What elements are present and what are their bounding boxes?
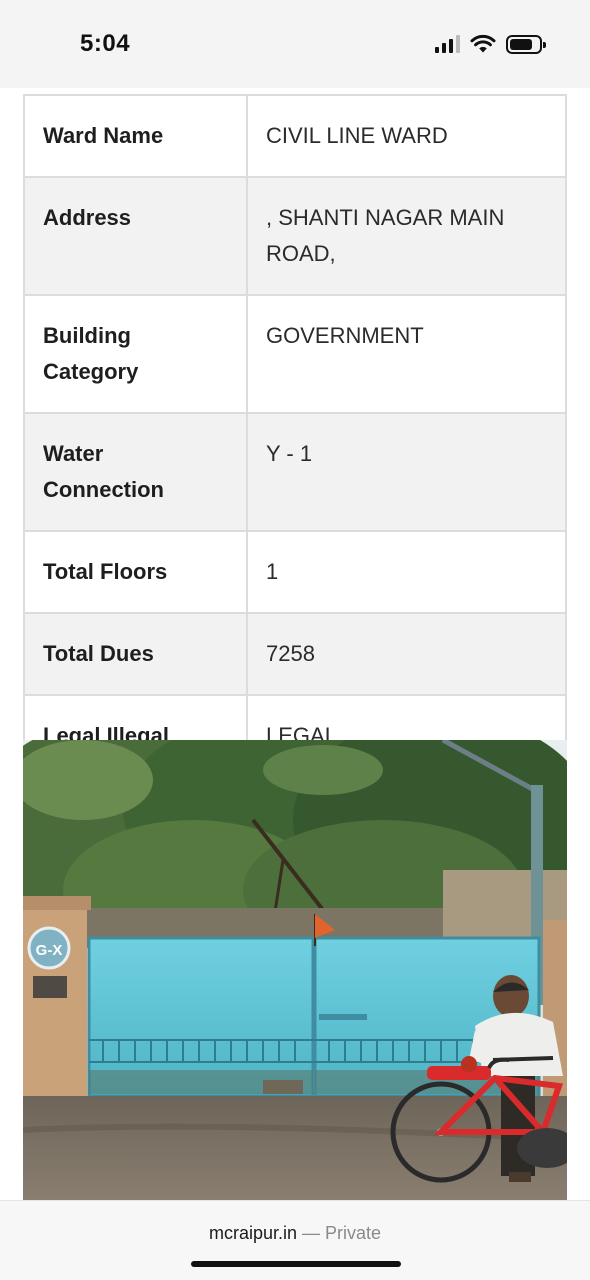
gate-sign-text: G-X xyxy=(36,942,63,959)
row-label: Building Category xyxy=(23,294,248,414)
status-icons xyxy=(435,32,546,56)
row-value: , SHANTI NAGAR MAIN ROAD, xyxy=(246,176,567,296)
table-row: Building Category GOVERNMENT xyxy=(23,294,567,414)
battery-icon xyxy=(506,34,546,54)
table-row: Water Connection Y - 1 xyxy=(23,412,567,532)
wifi-icon xyxy=(470,34,496,53)
row-value: CIVIL LINE WARD xyxy=(246,94,567,178)
row-label: Water Connection xyxy=(23,412,248,532)
status-time: 5:04 xyxy=(80,30,131,57)
row-label: Address xyxy=(23,176,248,296)
row-label: Total Dues xyxy=(23,612,248,696)
table-row: Total Dues 7258 xyxy=(23,612,567,696)
url-display[interactable]: mcraipur.in — Private xyxy=(0,1223,590,1244)
table-row: Address , SHANTI NAGAR MAIN ROAD, xyxy=(23,176,567,296)
row-value: Y - 1 xyxy=(246,412,567,532)
table-row: Ward Name CIVIL LINE WARD xyxy=(23,94,567,178)
separator-text: — xyxy=(302,1223,320,1243)
row-label: Ward Name xyxy=(23,94,248,178)
table-row: Total Floors 1 xyxy=(23,530,567,614)
row-label: Total Floors xyxy=(23,530,248,614)
private-mode-label: Private xyxy=(325,1223,382,1243)
page-content[interactable]: Ward Name CIVIL LINE WARD Address , SHAN… xyxy=(0,88,590,1200)
domain-text: mcraipur.in xyxy=(208,1223,297,1243)
row-value: 7258 xyxy=(246,612,567,696)
property-details-table: Ward Name CIVIL LINE WARD Address , SHAN… xyxy=(23,94,567,778)
home-indicator[interactable] xyxy=(191,1261,401,1267)
row-value: 1 xyxy=(246,530,567,614)
property-photo: G-X xyxy=(23,740,567,1200)
browser-address-bar[interactable]: mcraipur.in — Private xyxy=(0,1200,590,1280)
cellular-signal-icon xyxy=(435,35,460,53)
row-value: GOVERNMENT xyxy=(246,294,567,414)
status-bar: 5:04 xyxy=(0,0,590,88)
